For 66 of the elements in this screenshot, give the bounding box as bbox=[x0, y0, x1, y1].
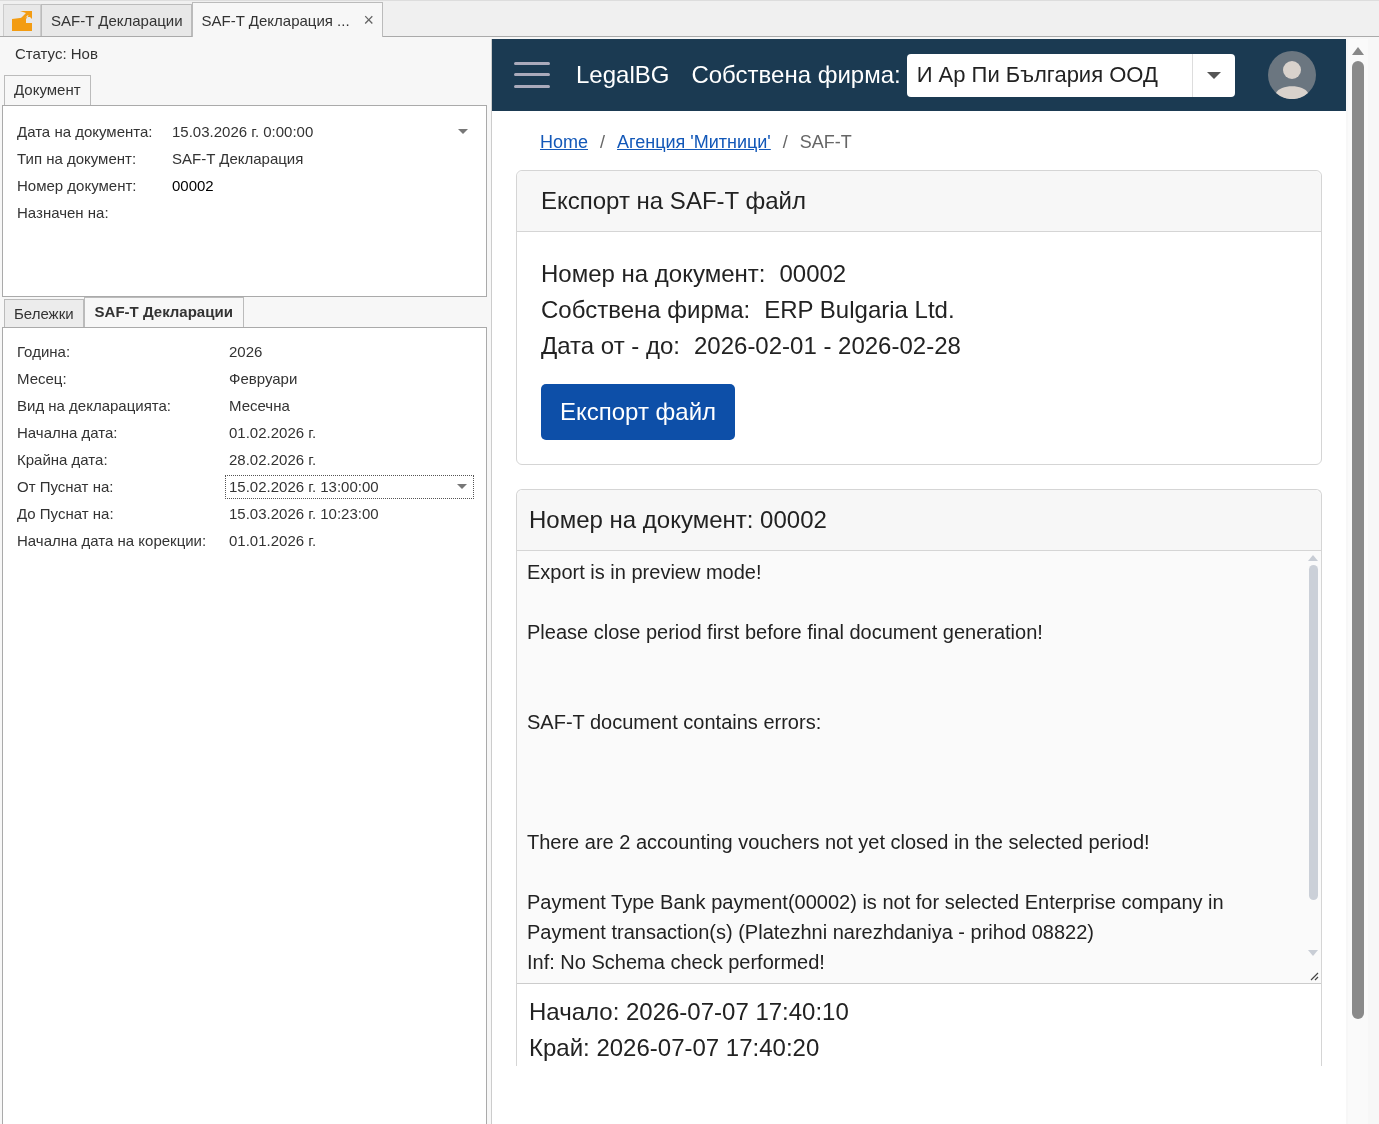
caret-icon[interactable] bbox=[458, 129, 468, 134]
breadcrumb-separator: / bbox=[600, 131, 606, 153]
field-value: Февруари bbox=[229, 370, 298, 387]
field-value: SAF-T Декларация bbox=[172, 150, 304, 167]
field-label: Вид на декларацията: bbox=[17, 397, 172, 414]
log-line: Payment Type Bank payment(00002) is not for selected Enterprise company in bbox=[527, 890, 1225, 915]
info-value: ERP Bulgaria Ltd. bbox=[764, 296, 955, 324]
card-title: Номер на документ: 00002 bbox=[517, 490, 1321, 551]
end-time: Край: 2026-07-07 17:40:20 bbox=[528, 1033, 821, 1063]
field-label: Назначен на: bbox=[17, 204, 110, 221]
company-select[interactable]: И Ар Пи България ООД bbox=[906, 53, 1235, 97]
card-title: Експорт на SAF-T файл bbox=[517, 171, 1321, 232]
field-value: 00002 bbox=[172, 177, 214, 194]
field-label: Номер документ: bbox=[17, 177, 138, 194]
field-value: 01.02.2026 г. bbox=[229, 424, 317, 441]
field-label: Дата на документа: bbox=[17, 123, 154, 140]
info-label: Собствена фирма: bbox=[541, 296, 751, 324]
panel-tab[interactable]: Документ bbox=[4, 75, 91, 105]
field-label: Крайна дата: bbox=[17, 451, 109, 468]
info-value: 00002 bbox=[779, 260, 847, 288]
date-dropdown[interactable]: 15.03.2026 г. 0:00:00 bbox=[172, 119, 468, 144]
breadcrumb-current: SAF-T bbox=[799, 131, 852, 153]
log-textarea[interactable] bbox=[517, 551, 1321, 984]
field-value: 2026 bbox=[229, 343, 263, 360]
log-line: There are 2 accounting vouchers not yet closed in the selected period! bbox=[527, 830, 1151, 855]
caret-icon[interactable] bbox=[1206, 71, 1221, 79]
panel-tab[interactable]: SAF-T Декларации bbox=[83, 297, 244, 327]
field-value: Месечна bbox=[229, 397, 290, 414]
brand-name[interactable]: LegalBG bbox=[576, 61, 670, 89]
log-line: Please close period first before final document generation! bbox=[527, 620, 1044, 645]
status-text: Статус: Нов bbox=[14, 44, 99, 64]
field-label: До Пуснат на: bbox=[17, 505, 115, 522]
field-label: От Пуснат на: bbox=[17, 478, 115, 495]
field-value: 28.02.2026 г. bbox=[229, 451, 317, 468]
field-label: Начална дата на корекции: bbox=[17, 532, 208, 549]
scrollbar-thumb[interactable] bbox=[1308, 565, 1318, 900]
panel-tab[interactable]: Бележки bbox=[4, 299, 84, 327]
breadcrumb-link[interactable]: Агенция 'Митници' bbox=[617, 131, 771, 153]
field-label: Тип на документ: bbox=[17, 150, 138, 167]
caret-icon[interactable] bbox=[457, 484, 467, 489]
document-tab[interactable]: SAF-T Декларации bbox=[41, 4, 192, 36]
breadcrumb-separator: / bbox=[782, 131, 788, 153]
menu-icon[interactable] bbox=[514, 61, 550, 89]
field-label: Месец: bbox=[17, 370, 68, 387]
scroll-up-icon[interactable] bbox=[1352, 47, 1364, 55]
document-tab[interactable]: SAF-T Декларация ... × bbox=[191, 2, 384, 37]
info-label: Номер на документ: bbox=[541, 260, 766, 288]
date-dropdown[interactable]: 15.02.2026 г. 13:00:00 bbox=[225, 474, 474, 499]
log-line: Export is in preview mode! bbox=[527, 560, 763, 585]
info-value: 2026-02-01 - 2026-02-28 bbox=[694, 332, 961, 360]
field-value: 15.03.2026 г. 10:23:00 bbox=[229, 505, 379, 522]
breadcrumb-link[interactable]: Home bbox=[540, 131, 588, 153]
info-label: Дата от - до: bbox=[541, 332, 680, 360]
start-time: Начало: 2026-07-07 17:40:10 bbox=[528, 997, 850, 1027]
log-line: Inf: No Schema check performed! bbox=[527, 950, 826, 975]
field-label: Година: bbox=[17, 343, 72, 360]
scrollbar-thumb[interactable] bbox=[1352, 61, 1364, 1019]
field-label: Начална дата: bbox=[17, 424, 119, 441]
log-line: SAF-T document contains errors: bbox=[527, 710, 823, 735]
export-button[interactable]: Експорт файл bbox=[541, 384, 736, 440]
field-value: 01.01.2026 г. bbox=[229, 532, 317, 549]
resize-grip-icon[interactable] bbox=[1309, 971, 1319, 981]
close-icon[interactable]: × bbox=[363, 9, 375, 31]
log-line: Payment transaction(s) (Platezhni narezhdaniya - prihod 08822) bbox=[527, 920, 1095, 945]
company-label: Собствена фирма: bbox=[691, 61, 901, 89]
avatar-icon[interactable] bbox=[1268, 51, 1316, 99]
